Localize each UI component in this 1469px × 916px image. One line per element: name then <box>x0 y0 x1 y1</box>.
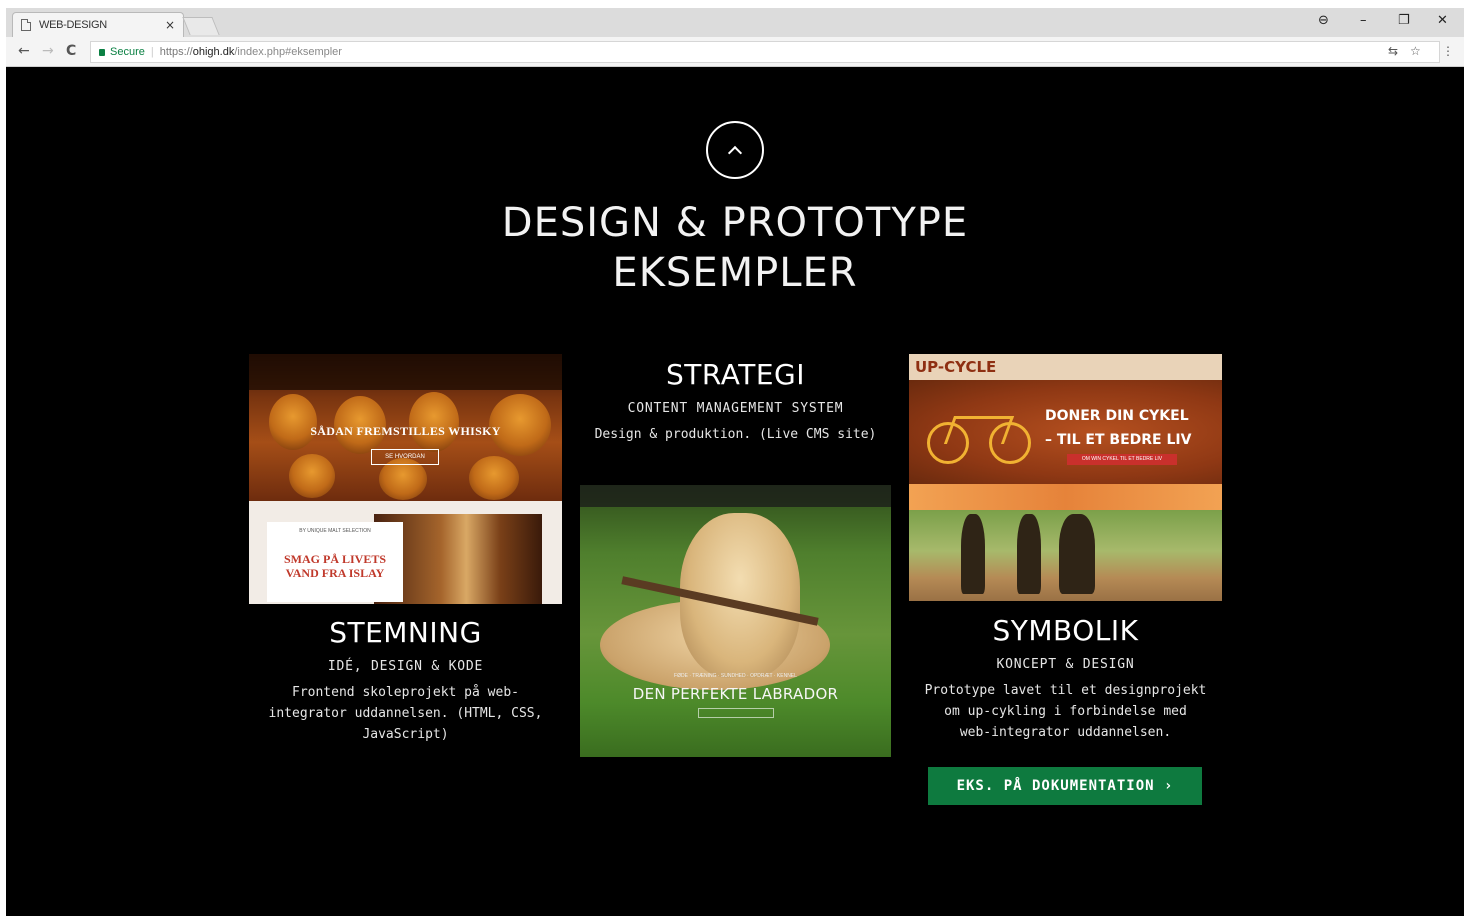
browser-toolbar: ← → C Secure | https:// ohigh.dk /index.… <box>6 37 1464 67</box>
address-separator: | <box>150 46 154 58</box>
chevron-up-icon <box>727 145 743 160</box>
new-tab-button[interactable] <box>182 17 220 35</box>
bike-frame <box>943 416 1015 444</box>
description-line: Frontend skoleprojekt på web- <box>292 685 519 700</box>
browser-tab[interactable]: WEB-DESIGN × <box>12 12 184 37</box>
column-description: Prototype lavet til et designprojekt om … <box>899 680 1232 743</box>
description-line: Prototype lavet til et designprojekt <box>924 683 1207 698</box>
labrador-project-thumbnail[interactable]: FØDE · TRÆNING · SUNDHED · OPDRÆT · KENN… <box>580 485 891 757</box>
url-scheme: https:// <box>159 46 193 58</box>
restore-button[interactable]: ❐ <box>1398 13 1410 28</box>
barrel-image <box>409 392 459 452</box>
upcycle-hero-button: OM WIN CYKEL TIL ET BEDRE LIV <box>1067 454 1177 465</box>
person-image <box>1059 514 1095 594</box>
barrel-image <box>269 394 317 450</box>
lab-cta <box>698 708 774 718</box>
whisky-card-line-2: VAND FRA ISLAY <box>285 566 385 580</box>
translate-icon[interactable]: ⇆ <box>1388 44 1398 58</box>
menu-icon[interactable]: ⋮ <box>1442 44 1454 58</box>
document-icon <box>21 19 31 31</box>
barrel-image <box>289 454 335 498</box>
upcycle-hero-title: DONER DIN CYKEL – TIL ET BEDRE LIV <box>1045 404 1191 452</box>
description-line: web-integrator uddannelsen. <box>959 725 1172 740</box>
address-bar[interactable]: Secure | https:// ohigh.dk /index.php#ek… <box>90 41 1440 63</box>
documentation-button[interactable]: EKS. PÅ DOKUMENTATION › <box>928 767 1202 805</box>
upcycle-stripe <box>909 484 1222 510</box>
minimize-button[interactable]: – <box>1360 13 1367 28</box>
scroll-up-button[interactable] <box>706 121 764 179</box>
url-path: /index.php#eksempler <box>234 46 342 58</box>
secure-label: Secure <box>110 46 145 58</box>
close-window-button[interactable]: ✕ <box>1437 13 1448 28</box>
column-strategi: STRATEGI CONTENT MANAGEMENT SYSTEM Desig… <box>570 358 901 445</box>
whisky-card-kicker: BY UNIQUE MALT SELECTION <box>299 528 371 534</box>
barrel-image <box>469 456 519 500</box>
tab-title: WEB-DESIGN <box>39 19 107 31</box>
url-host: ohigh.dk <box>192 46 235 58</box>
whisky-card-line-1: SMAG PÅ LIVETS <box>283 552 387 566</box>
whisky-nav <box>249 354 562 390</box>
column-title: SYMBOLIK <box>992 614 1139 647</box>
whisky-card-headline: SMAG PÅ LIVETS VAND FRA ISLAY <box>267 552 403 580</box>
upcycle-logo: UP-CYCLE <box>915 358 997 376</box>
lab-nav <box>580 485 891 507</box>
upcycle-project-thumbnail[interactable]: UP-CYCLE DONER DIN CYKEL – TIL ET BEDRE … <box>909 354 1222 601</box>
description-line: JavaScript) <box>362 727 449 742</box>
hero-line-2: – TIL ET BEDRE LIV <box>1045 432 1192 448</box>
browser-window: WEB-DESIGN × ⊖ – ❐ ✕ ← → C Secure | http… <box>6 8 1464 916</box>
column-subtitle: CONTENT MANAGEMENT SYSTEM <box>627 401 844 416</box>
whisky-project-thumbnail[interactable]: SÅDAN FREMSTILLES WHISKY SE HVORDAN BY U… <box>249 354 562 604</box>
star-icon[interactable]: ☆ <box>1410 44 1421 58</box>
web-page: DESIGN & PROTOTYPE EKSEMPLER SÅDAN FREMS… <box>6 68 1464 916</box>
column-description: Design & produktion. (Live CMS site) <box>594 427 877 442</box>
column-subtitle: IDÉ, DESIGN & KODE <box>327 659 484 674</box>
description-line: integrator uddannelsen. (HTML, CSS, <box>268 706 543 721</box>
lab-headline: DEN PERFEKTE LABRADOR <box>632 685 839 703</box>
back-button[interactable]: ← <box>18 43 30 59</box>
profile-icon[interactable]: ⊖ <box>1318 13 1329 28</box>
column-stemning: STEMNING IDÉ, DESIGN & KODE Frontend sko… <box>239 616 572 745</box>
column-title: STEMNING <box>329 616 482 649</box>
bicycle-icon <box>927 394 1037 466</box>
heading-line-2: EKSEMPLER <box>612 250 858 296</box>
lock-icon <box>99 48 105 56</box>
whisky-headline: SÅDAN FREMSTILLES WHISKY <box>310 424 501 438</box>
column-title: STRATEGI <box>666 358 805 391</box>
lab-nav-links: FØDE · TRÆNING · SUNDHED · OPDRÆT · KENN… <box>674 673 797 679</box>
forward-button[interactable]: → <box>42 43 54 59</box>
reload-button[interactable]: C <box>66 43 76 59</box>
person-image <box>1017 514 1041 594</box>
person-image <box>961 514 985 594</box>
tab-close-icon[interactable]: × <box>165 18 175 32</box>
description-line: om up-cykling i forbindelse med <box>944 704 1187 719</box>
column-description: Frontend skoleprojekt på web- integrator… <box>239 682 572 745</box>
heading-line-1: DESIGN & PROTOTYPE <box>501 200 969 246</box>
tab-strip: WEB-DESIGN × ⊖ – ❐ ✕ <box>6 8 1464 37</box>
hero-line-1: DONER DIN CYKEL <box>1045 408 1189 424</box>
whisky-cta: SE HVORDAN <box>371 449 439 465</box>
column-subtitle: KONCEPT & DESIGN <box>996 657 1135 672</box>
column-symbolik: SYMBOLIK KONCEPT & DESIGN Prototype lave… <box>899 614 1232 743</box>
page-heading: DESIGN & PROTOTYPE EKSEMPLER <box>6 198 1464 298</box>
